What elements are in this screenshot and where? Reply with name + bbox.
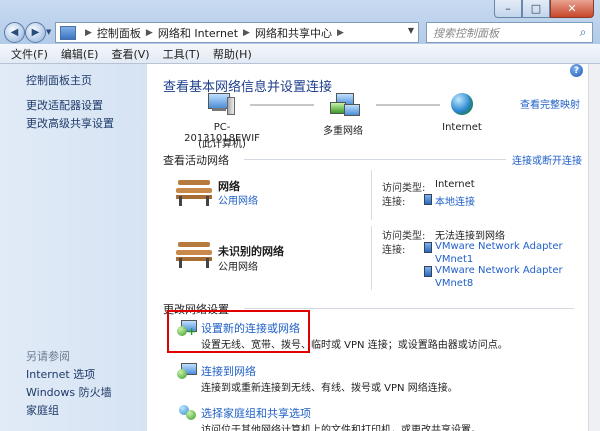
help-icon[interactable]: ? [570, 64, 583, 77]
divider [371, 170, 372, 220]
adapter-icon [424, 194, 432, 205]
network-2-conn-label: 连接: [382, 245, 406, 256]
menu-bar: 文件(F) 编辑(E) 查看(V) 工具(T) 帮助(H) [0, 44, 600, 64]
map-link-line [376, 104, 440, 106]
homegroup-sharing-link[interactable]: 选择家庭组和共享选项 [201, 405, 311, 421]
breadcrumb: ▶ 控制面板 ▶ 网络和 Internet ▶ 网络和共享中心 ▶ [80, 25, 349, 41]
maximize-button[interactable]: □ [522, 0, 550, 18]
history-dropdown-icon[interactable]: ▼ [46, 28, 51, 36]
sidebar-item-windows-firewall[interactable]: Windows 防火墙 [26, 384, 112, 400]
connect-network-icon [177, 361, 197, 379]
connect-to-network-link[interactable]: 连接到网络 [201, 363, 256, 379]
back-button[interactable]: ◀ [4, 22, 25, 43]
internet-label: Internet [442, 122, 482, 133]
chevron-right-icon[interactable]: ▶ [337, 28, 344, 38]
network-2-name: 未识别的网络 [218, 245, 284, 258]
internet-globe-icon [451, 93, 473, 115]
multiple-networks-icon [330, 93, 360, 119]
menu-tools[interactable]: 工具(T) [163, 46, 200, 62]
pc-sub-label: (此计算机) [198, 139, 246, 150]
homegroup-sharing-desc: 访问位于其他网络计算机上的文件和打印机，或更改共享设置。 [201, 425, 481, 431]
caption-buttons: – □ ✕ [494, 0, 594, 18]
page-title: 查看基本网络信息并设置连接 [163, 80, 333, 95]
multiple-networks-label: 多重网络 [323, 126, 363, 137]
divider [371, 226, 372, 290]
address-dropdown-icon[interactable]: ▼ [408, 26, 414, 35]
public-network-bench-icon [176, 238, 212, 268]
view-full-map-link[interactable]: 查看完整映射 [520, 96, 580, 111]
sidebar: 控制面板主页 更改适配器设置 更改高级共享设置 另请参阅 Internet 选项… [0, 64, 147, 431]
search-placeholder: 搜索控制面板 [433, 26, 499, 40]
highlight-box [167, 310, 310, 353]
breadcrumb-control-panel[interactable]: 控制面板 [97, 25, 141, 41]
computer-icon [208, 93, 235, 117]
sidebar-item-control-panel-home[interactable]: 控制面板主页 [26, 72, 92, 88]
vmnet8-adapter-link[interactable]: VMware Network Adapter [435, 265, 563, 276]
menu-help[interactable]: 帮助(H) [213, 46, 252, 62]
search-input[interactable]: 搜索控制面板 ⌕ [426, 22, 593, 43]
breadcrumb-network-internet[interactable]: 网络和 Internet [158, 25, 238, 41]
homegroup-icon [177, 403, 197, 421]
active-networks-header: 查看活动网络 [163, 154, 229, 167]
connect-to-network-desc: 连接到或重新连接到无线、有线、拨号或 VPN 网络连接。 [201, 383, 458, 394]
public-network-bench-icon [176, 176, 212, 206]
network-1-conn-label: 连接: [382, 197, 406, 208]
divider [244, 308, 574, 309]
sidebar-item-internet-options[interactable]: Internet 选项 [26, 366, 95, 382]
network-1-type-link[interactable]: 公用网络 [218, 192, 258, 207]
vertical-scrollbar[interactable] [588, 64, 600, 431]
sidebar-item-advanced-sharing[interactable]: 更改高级共享设置 [26, 115, 114, 131]
divider [244, 159, 506, 160]
network-1-access-label: 访问类型: [382, 183, 426, 194]
sidebar-item-adapter-settings[interactable]: 更改适配器设置 [26, 97, 103, 113]
network-1-access-value: Internet [435, 179, 475, 190]
vmnet8-adapter-link[interactable]: VMnet8 [435, 278, 473, 289]
chevron-right-icon: ▶ [85, 27, 92, 38]
back-arrow-icon: ◀ [10, 27, 19, 38]
control-panel-icon [60, 25, 76, 40]
close-button[interactable]: ✕ [550, 0, 594, 18]
minimize-button[interactable]: – [494, 0, 522, 18]
adapter-icon [424, 242, 432, 253]
menu-view[interactable]: 查看(V) [111, 46, 149, 62]
network-2-access-value: 无法连接到网络 [435, 231, 505, 242]
connect-disconnect-link[interactable]: 连接或断开连接 [512, 152, 582, 167]
map-link-line [250, 104, 314, 106]
local-connection-link[interactable]: 本地连接 [435, 193, 475, 208]
chevron-right-icon[interactable]: ▶ [146, 28, 153, 38]
network-2-type: 公用网络 [218, 262, 258, 273]
forward-arrow-icon: ▶ [31, 27, 40, 38]
menu-file[interactable]: 文件(F) [11, 46, 48, 62]
search-icon[interactable]: ⌕ [574, 25, 592, 40]
window: – □ ✕ ◀ ▶ ▼ ▶ 控制面板 ▶ 网络和 Internet ▶ 网络和共… [0, 0, 600, 431]
menu-edit[interactable]: 编辑(E) [61, 46, 99, 62]
network-2-access-label: 访问类型: [382, 231, 426, 242]
address-field[interactable]: ▶ 控制面板 ▶ 网络和 Internet ▶ 网络和共享中心 ▶ ▼ [55, 22, 419, 43]
adapter-icon [424, 266, 432, 277]
see-also-header: 另请参阅 [26, 350, 70, 363]
forward-button[interactable]: ▶ [25, 22, 46, 43]
address-bar-area: – □ ✕ ◀ ▶ ▼ ▶ 控制面板 ▶ 网络和 Internet ▶ 网络和共… [0, 0, 600, 44]
sidebar-item-homegroup[interactable]: 家庭组 [26, 402, 59, 418]
breadcrumb-network-sharing-center[interactable]: 网络和共享中心 [255, 25, 332, 41]
chevron-right-icon[interactable]: ▶ [243, 28, 250, 38]
vmnet1-adapter-link[interactable]: VMnet1 [435, 254, 473, 265]
vmnet1-adapter-link[interactable]: VMware Network Adapter [435, 241, 563, 252]
